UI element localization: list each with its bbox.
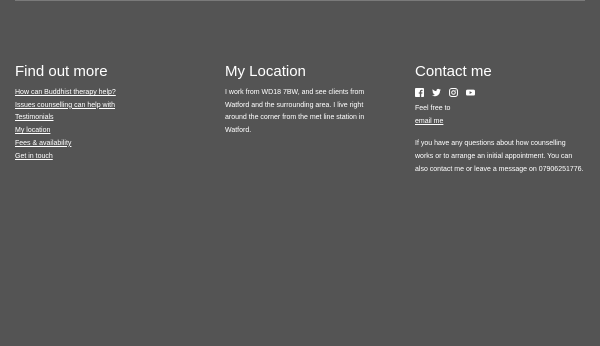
link-get-in-touch[interactable]: Get in touch — [15, 153, 53, 160]
link-testimonials[interactable]: Testimonials — [15, 114, 54, 121]
contact-text: If you have any questions about how coun… — [415, 140, 584, 173]
link-my-location[interactable]: My location — [15, 127, 50, 134]
list-item: Fees & availability — [15, 138, 205, 151]
instagram-icon[interactable] — [449, 87, 458, 97]
location-heading: My Location — [225, 63, 306, 80]
email-link[interactable]: email me — [415, 118, 443, 125]
list-item: My location — [15, 125, 205, 138]
find-out-more-section: Find out more How can Buddhist therapy h… — [15, 63, 205, 163]
link-buddhist-therapy[interactable]: How can Buddhist therapy help? — [15, 89, 116, 96]
find-out-more-list: How can Buddhist therapy help? Issues co… — [15, 87, 205, 163]
link-issues-counselling[interactable]: Issues counselling can help with — [15, 102, 115, 109]
location-text: I work from WD18 7BW, and see clients fr… — [225, 89, 365, 135]
twitter-icon[interactable] — [432, 88, 441, 97]
feel-free-text: Feel free to — [415, 105, 451, 112]
footer-top-divider — [15, 0, 585, 1]
list-item: How can Buddhist therapy help? — [15, 87, 205, 100]
list-item: Testimonials — [15, 112, 205, 125]
youtube-icon[interactable] — [466, 88, 475, 97]
list-item: Issues counselling can help with — [15, 100, 205, 113]
facebook-icon[interactable] — [415, 87, 424, 97]
contact-heading: Contact me — [415, 63, 492, 80]
list-item: Get in touch — [15, 151, 205, 164]
find-out-more-heading: Find out more — [15, 63, 108, 80]
link-fees-availability[interactable]: Fees & availability — [15, 140, 71, 147]
contact-section: Contact me Feel free to email me If you … — [415, 63, 585, 177]
location-section: My Location I work from WD18 7BW, and se… — [225, 63, 385, 138]
social-links — [415, 87, 585, 97]
